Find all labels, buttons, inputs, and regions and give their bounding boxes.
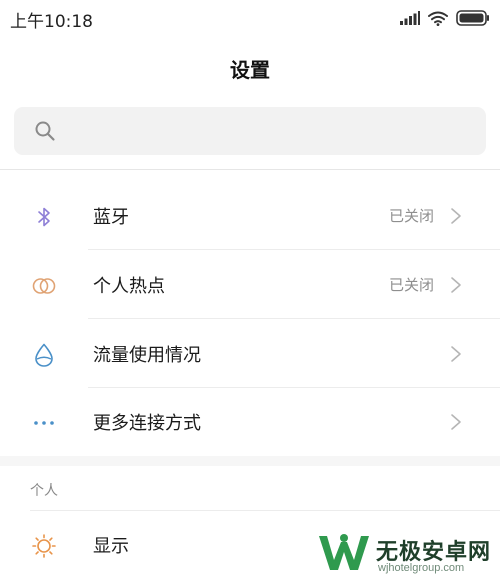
settings-item-label: 流量使用情况 [93, 345, 201, 366]
search-input[interactable] [14, 107, 486, 155]
settings-item-label: 个人热点 [93, 276, 165, 297]
chevron-right-icon [451, 346, 461, 362]
chevron-right-icon [451, 277, 461, 293]
hotspot-icon [32, 278, 56, 294]
chevron-right-icon [451, 414, 461, 430]
section-gap [0, 456, 500, 466]
settings-item-more-connections[interactable]: 更多连接方式 [0, 388, 500, 456]
settings-item-label: 蓝牙 [93, 207, 129, 228]
chevron-right-icon [451, 208, 461, 224]
watermark: 无极安卓网 wjhotelgroup.com [316, 528, 498, 578]
section-header-personal: 个人 [30, 483, 58, 499]
page-title: 设置 [230, 58, 270, 82]
settings-item-value: 已关闭 [388, 276, 434, 294]
row-divider [88, 249, 500, 250]
bluetooth-icon [38, 207, 50, 227]
settings-item-data-usage[interactable]: 流量使用情况 [0, 320, 500, 388]
status-bar: 上午10:18 [0, 0, 500, 36]
watermark-logo-icon [319, 534, 369, 570]
settings-item-bluetooth[interactable]: 蓝牙 已关闭 [0, 182, 500, 250]
row-divider [88, 318, 500, 319]
status-icons [400, 8, 490, 28]
wifi-icon [428, 11, 448, 26]
status-time: 上午10:18 [10, 12, 93, 32]
data-usage-icon [35, 343, 53, 367]
divider [0, 169, 500, 170]
settings-item-label: 显示 [93, 536, 129, 557]
search-icon [35, 121, 55, 141]
signal-icon [400, 11, 420, 25]
battery-icon [456, 10, 489, 26]
brightness-icon [32, 534, 56, 558]
settings-item-value: 已关闭 [388, 207, 434, 225]
more-dots-icon [34, 421, 54, 425]
settings-item-label: 更多连接方式 [93, 413, 201, 434]
settings-item-hotspot[interactable]: 个人热点 已关闭 [0, 251, 500, 319]
watermark-subtitle: wjhotelgroup.com [378, 562, 465, 574]
